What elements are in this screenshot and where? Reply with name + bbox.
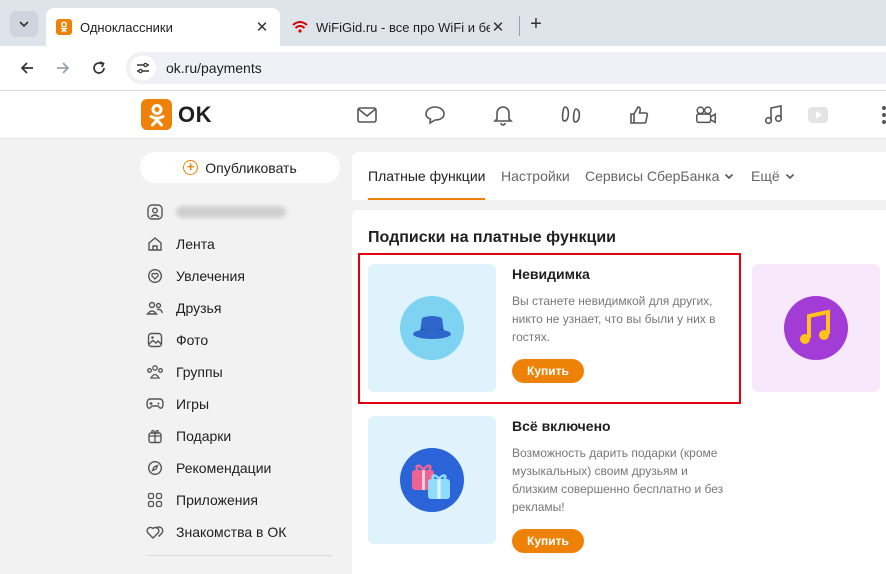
new-tab-button[interactable]: + <box>524 12 548 36</box>
gamepad-icon <box>146 395 164 413</box>
gifts-icon <box>400 448 464 512</box>
chevron-down-icon <box>725 173 734 180</box>
card-title: Всё включено <box>512 418 611 434</box>
sidebar-item-recommendations[interactable]: Рекомендации <box>146 452 346 484</box>
sidebar-item-label: Рекомендации <box>176 460 272 476</box>
sidebar-item-label: Фото <box>176 332 209 348</box>
tab-close-icon[interactable]: ✕ <box>254 18 270 36</box>
sidebar-item-apps[interactable]: Приложения <box>146 484 346 516</box>
video-icon[interactable] <box>694 103 718 127</box>
publish-button[interactable]: + Опубликовать <box>140 152 340 183</box>
tab-separator <box>519 16 520 36</box>
tab-search-button[interactable] <box>10 11 38 37</box>
browser-toolbar: ok.ru/payments <box>0 46 886 91</box>
apps-icon <box>146 491 164 509</box>
tab-more[interactable]: Ещё <box>751 152 796 200</box>
sidebar-item-dating[interactable]: Знакомства в ОК <box>146 516 346 548</box>
hobby-icon <box>146 267 164 285</box>
tab-sberbank-services[interactable]: Сервисы СберБанка <box>585 152 735 200</box>
reload-button[interactable] <box>86 55 112 81</box>
sidebar-item-photo[interactable]: Фото <box>146 324 346 356</box>
tab-label: Ещё <box>751 168 780 184</box>
music-note-icon <box>784 296 848 360</box>
profile-name-blurred <box>176 206 286 218</box>
browser-tab-ok[interactable]: Одноклассники ✕ <box>46 8 280 46</box>
sidebar-item-label: Игры <box>176 396 210 412</box>
all-inclusive-card-image[interactable] <box>368 416 496 544</box>
section-title: Подписки на платные функции <box>368 229 617 246</box>
friends-icon <box>146 299 164 317</box>
arrow-left-icon <box>20 62 33 74</box>
active-tab-underline <box>368 198 486 200</box>
sidebar-item-label: Лента <box>176 236 215 252</box>
gift-icon <box>146 427 164 445</box>
more-icon[interactable] <box>872 103 886 127</box>
sidebar-item-friends[interactable]: Друзья <box>146 292 346 324</box>
compass-icon <box>146 459 164 477</box>
photo-icon <box>146 331 164 349</box>
publish-label: Опубликовать <box>205 159 297 176</box>
sidebar-item-label: Подарки <box>176 428 232 444</box>
forward-button[interactable] <box>50 55 76 81</box>
sidebar-divider <box>146 555 332 556</box>
chat-icon[interactable] <box>423 103 447 127</box>
tab-settings[interactable]: Настройки <box>501 152 570 200</box>
browser-tab-wifigid[interactable]: WiFiGid.ru - все про WiFi и бес ✕ <box>282 8 516 46</box>
sidebar-item-gifts[interactable]: Подарки <box>146 420 346 452</box>
site-header: OK <box>0 91 886 139</box>
address-bar[interactable]: ok.ru/payments <box>126 52 886 84</box>
reload-icon <box>93 61 105 74</box>
tab-label: Платные функции <box>368 168 486 184</box>
tab-paid-features[interactable]: Платные функции <box>368 152 486 200</box>
tab-close-icon[interactable]: ✕ <box>490 18 506 36</box>
play-icon[interactable] <box>806 103 830 127</box>
music-icon[interactable] <box>762 103 786 127</box>
tab-label: Настройки <box>501 168 570 184</box>
dating-icon <box>146 523 164 541</box>
sidebar-item-label: Знакомства в ОК <box>176 524 287 540</box>
ok-logo[interactable]: OK <box>141 99 212 130</box>
back-button[interactable] <box>14 55 40 81</box>
ok-logo-icon <box>141 99 172 130</box>
sidebar-item-label: Увлечения <box>176 268 245 284</box>
plus-circle-icon: + <box>183 160 199 175</box>
like-icon[interactable] <box>627 103 651 127</box>
sidebar-item-groups[interactable]: Группы <box>146 356 346 388</box>
tab-label: Сервисы СберБанка <box>585 168 720 184</box>
url-text: ok.ru/payments <box>166 60 262 76</box>
tab-title: WiFiGid.ru - все про WiFi и бес <box>316 19 490 35</box>
chevron-down-icon <box>785 173 794 180</box>
home-icon <box>146 235 164 253</box>
browser-tab-bar: Одноклассники ✕ WiFiGid.ru - все про WiF… <box>0 0 886 46</box>
mail-icon[interactable] <box>355 103 379 127</box>
sidebar-item-feed[interactable]: Лента <box>146 228 346 260</box>
card-description: Возможность дарить подарки (кроме музыка… <box>512 446 724 514</box>
sidebar-item-games[interactable]: Игры <box>146 388 346 420</box>
sidebar-item-profile[interactable] <box>146 196 346 228</box>
bell-icon[interactable] <box>491 103 515 127</box>
groups-icon <box>146 363 164 381</box>
sidebar-menu: Лента Увлечения Друзья Фото Группы Игры … <box>146 196 346 548</box>
music-card-image[interactable] <box>752 264 880 392</box>
site-settings-icon[interactable] <box>130 56 156 80</box>
profile-icon <box>146 203 164 221</box>
guests-icon[interactable] <box>559 103 583 127</box>
buy-all-inclusive-button[interactable]: Купить <box>512 529 584 553</box>
payments-tabs: Платные функции Настройки Сервисы СберБа… <box>352 152 886 200</box>
sidebar-item-label: Друзья <box>176 300 222 316</box>
sidebar-item-hobbies[interactable]: Увлечения <box>146 260 346 292</box>
chevron-down-icon <box>19 21 29 28</box>
sidebar-item-label: Группы <box>176 364 223 380</box>
arrow-right-icon <box>57 62 70 74</box>
highlight-frame <box>358 253 741 404</box>
ok-logo-text: OK <box>178 101 212 127</box>
wifi-favicon-icon <box>292 19 308 35</box>
tab-title: Одноклассники <box>80 19 173 35</box>
ok-favicon-icon <box>56 19 72 35</box>
sidebar-item-label: Приложения <box>176 492 258 508</box>
